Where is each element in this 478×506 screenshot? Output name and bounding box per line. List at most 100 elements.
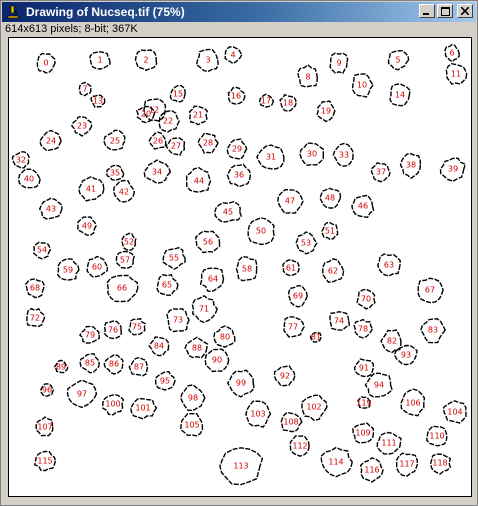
nucleus-label: 76 [108, 326, 118, 335]
nucleus-label: 118 [432, 459, 447, 468]
nucleus-label: 70 [361, 295, 371, 304]
nucleus-label: 60 [92, 263, 102, 272]
nucleus-label: 59 [63, 266, 73, 275]
nucleus-label: 25 [110, 137, 120, 146]
image-window: Drawing of Nucseq.tif (75%) 614x613 pixe… [0, 0, 478, 506]
nucleus-label: 46 [358, 202, 368, 211]
nucleus-label: 68 [30, 284, 40, 293]
nucleus-label: 32 [16, 156, 26, 165]
maximize-button[interactable] [437, 4, 453, 18]
nucleus-label: 51 [325, 227, 335, 236]
nucleus-label: 3 [205, 56, 210, 65]
nucleus-label: 71 [199, 305, 209, 314]
nucleus-label: 89 [56, 363, 66, 372]
drawing-canvas[interactable]: 0 1 2 3 4 5 6 7 8 9 10 11 12 13 14 15 16 17 18 19 20 21 22 23 24… [8, 37, 472, 497]
nucleus-label: 28 [203, 139, 213, 148]
nucleus-label: 80 [220, 333, 230, 342]
nucleus-label: 11 [451, 70, 461, 79]
nucleus-label: 87 [134, 363, 144, 372]
nucleus-label: 40 [24, 175, 34, 184]
nucleus-label: 103 [250, 410, 265, 419]
nucleus-label: 100 [105, 400, 120, 409]
nucleus-label: 72 [30, 314, 40, 323]
nucleus-label: 73 [173, 316, 183, 325]
nucleus-label: 84 [154, 342, 164, 351]
nucleus-label: 54 [37, 246, 47, 255]
nucleus-label: 23 [77, 122, 87, 131]
nucleus-label: 2 [143, 56, 148, 65]
nucleus-label: 29 [232, 145, 242, 154]
nucleus-label: 116 [364, 466, 379, 475]
nucleus-label: 101 [135, 404, 150, 413]
nucleus-label: 112 [292, 442, 307, 451]
nucleus-label: 119 [356, 399, 371, 408]
nucleus-label: 5 [395, 56, 400, 65]
nucleus-label: 33 [339, 151, 349, 160]
nucleus-label: 55 [169, 254, 179, 263]
nucleus-label: 66 [117, 284, 127, 293]
nucleus-label: 35 [110, 169, 120, 178]
close-button[interactable] [457, 4, 473, 18]
nucleus-label: 39 [448, 165, 458, 174]
nucleus-label: 115 [37, 457, 52, 466]
nucleus-label: 16 [231, 92, 241, 101]
nucleus-label: 53 [301, 239, 311, 248]
nucleus-label: 113 [233, 462, 248, 471]
nucleus-label: 96 [42, 386, 52, 395]
nucleus-label: 88 [192, 344, 202, 353]
nucleus-label: 10 [357, 81, 367, 90]
nucleus-label: 6 [449, 49, 454, 58]
nucleus-label: 104 [447, 408, 462, 417]
nucleus-label: 27 [171, 142, 181, 151]
nucleus-label: 62 [328, 267, 338, 276]
nucleus-label: 64 [208, 275, 218, 284]
nucleus-label: 34 [152, 168, 162, 177]
nucleus-label: 97 [77, 390, 87, 399]
nucleus-label: 58 [242, 265, 252, 274]
image-info: 614x613 pixels; 8-bit; 367K [5, 23, 138, 35]
nucleus-label: 114 [328, 458, 343, 467]
nucleus-label: 95 [160, 377, 170, 386]
nucleus-label: 30 [307, 150, 317, 159]
title-bar[interactable]: Drawing of Nucseq.tif (75%) [2, 2, 476, 22]
nuclei-drawing[interactable]: 0 1 2 3456789101112131415 1617 181920 21222324… [9, 38, 471, 496]
nucleus-label: 15 [173, 90, 183, 99]
nucleus-label: 81 [311, 333, 321, 342]
nucleus-label: 86 [109, 360, 119, 369]
nucleus-label: 20 [141, 110, 151, 119]
nucleus-label: 17 [261, 97, 271, 106]
nucleus-label: 26 [153, 137, 163, 146]
nucleus-label: 111 [381, 439, 396, 448]
nucleus-label: 50 [256, 227, 266, 236]
nucleus-label: 83 [428, 326, 438, 335]
nucleus-label: 45 [223, 208, 233, 217]
nucleus-label: 41 [86, 185, 96, 194]
nucleus-label: 43 [46, 205, 56, 214]
nucleus-label: 57 [120, 256, 130, 265]
minimize-icon [423, 13, 429, 15]
nucleus-label: 61 [286, 264, 296, 273]
nucleus-label: 94 [374, 381, 384, 390]
nucleus-label: 19 [321, 107, 331, 116]
minimize-button[interactable] [419, 4, 435, 18]
imagej-microscope-icon[interactable] [5, 4, 21, 20]
nucleus-label: 85 [85, 359, 95, 368]
nucleus-label: 21 [193, 111, 203, 120]
nucleus-label: 65 [162, 281, 172, 290]
nucleus-label: 77 [288, 323, 298, 332]
nucleus-label: 48 [325, 194, 335, 203]
nucleus-label: 92 [280, 372, 290, 381]
nucleus-label: 91 [359, 364, 369, 373]
nucleus-label: 56 [203, 238, 213, 247]
nucleus-label: 90 [212, 356, 222, 365]
nucleus-label: 18 [283, 99, 293, 108]
nucleus-label: 106 [405, 399, 420, 408]
nucleus-label: 75 [132, 323, 142, 332]
nucleus-label: 102 [306, 403, 321, 412]
nucleus-label: 98 [188, 394, 198, 403]
maximize-icon [440, 6, 450, 16]
nucleus-label: 31 [266, 153, 276, 162]
nucleus-label: 14 [395, 91, 405, 100]
nucleus-label: 44 [194, 177, 204, 186]
nucleus-label: 63 [384, 261, 394, 270]
